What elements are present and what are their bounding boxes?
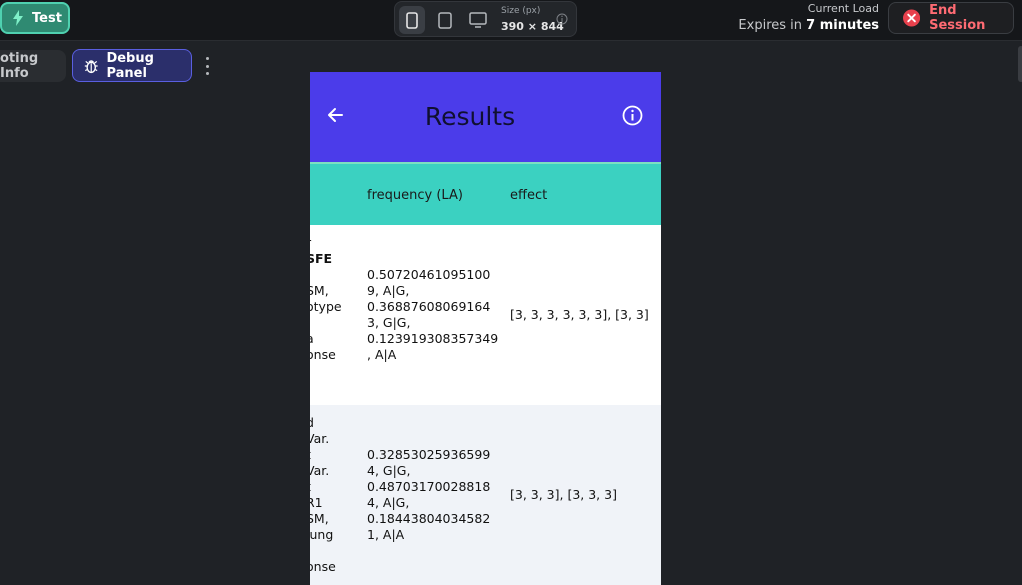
mobile-device-button[interactable] bbox=[399, 6, 425, 34]
tablet-device-button[interactable] bbox=[432, 6, 458, 34]
frequency-line: 0.36887608069164 bbox=[367, 299, 491, 314]
frequency-line: 0.48703170028818 bbox=[367, 479, 491, 494]
expires-value: 7 minutes bbox=[806, 18, 879, 33]
frequency-line: 0.123919308357349 bbox=[367, 331, 499, 346]
frequency-cell: 0.50720461095100 9, A|G, 0.3688760806916… bbox=[367, 267, 498, 363]
row-label-fragment bbox=[310, 543, 336, 559]
frequency-line: 4, A|G, bbox=[367, 495, 410, 510]
desktop-device-button[interactable] bbox=[465, 6, 491, 34]
top-toolbar: Test Size (px) 390 × 844 Current Load Ex… bbox=[0, 0, 1022, 41]
frequency-line: , A|A bbox=[367, 347, 397, 362]
table-row: r SFE SM, otype a onse 0.50720461095100 … bbox=[310, 225, 661, 405]
effect-cell: [3, 3, 3], [3, 3, 3] bbox=[510, 487, 617, 502]
size-label: Size (px) bbox=[501, 6, 541, 16]
row-label-fragment bbox=[310, 315, 342, 331]
row-label-fragment: SM, bbox=[310, 283, 329, 298]
device-preview: Results frequency (LA) effect r SFE SM, … bbox=[310, 72, 661, 585]
debug-panel-button[interactable]: Debug Panel bbox=[72, 49, 192, 82]
current-load-label: Current Load bbox=[807, 2, 879, 15]
more-options-icon[interactable] bbox=[201, 57, 213, 75]
row-label-fragment: R1 bbox=[310, 495, 323, 510]
frequency-line: 0.50720461095100 bbox=[367, 267, 491, 282]
effect-cell: [3, 3, 3, 3, 3, 3], [3, 3] bbox=[510, 307, 649, 322]
row-label-fragment: a bbox=[310, 331, 342, 347]
voting-info-label: oting Info bbox=[0, 51, 39, 81]
info-icon[interactable] bbox=[622, 105, 643, 126]
expires-text: Expires in 7 minutes bbox=[738, 18, 879, 33]
expires-prefix: Expires in bbox=[738, 18, 807, 33]
row-label-cell: d Var. t Var. t R1 SM, lung onse bbox=[310, 415, 336, 575]
column-header-frequency: frequency (LA) bbox=[367, 188, 463, 203]
frequency-line: 1, A|A bbox=[367, 527, 405, 542]
frequency-line: 4, G|G, bbox=[367, 463, 411, 478]
row-label-fragment: SFE bbox=[310, 251, 333, 266]
row-label-fragment: Var. bbox=[310, 431, 330, 446]
row-label-fragment: lung bbox=[310, 527, 334, 542]
frequency-line: 3, G|G, bbox=[367, 315, 411, 330]
tablet-icon bbox=[438, 11, 452, 29]
test-button-label: Test bbox=[32, 10, 62, 26]
row-label-fragment: onse bbox=[310, 559, 336, 574]
size-value: 390 × 844 bbox=[501, 20, 564, 33]
row-label-fragment bbox=[310, 267, 342, 283]
row-label-fragment: t bbox=[310, 479, 336, 495]
row-label-fragment: onse bbox=[310, 347, 336, 362]
phone-icon bbox=[406, 11, 418, 29]
row-label-fragment: t bbox=[310, 447, 336, 463]
app-header: Results bbox=[310, 72, 661, 162]
monitor-icon bbox=[469, 12, 487, 28]
table-header: frequency (LA) effect bbox=[310, 162, 661, 225]
bug-icon bbox=[84, 59, 98, 73]
row-label-cell: r SFE SM, otype a onse bbox=[310, 235, 342, 363]
lightning-icon bbox=[13, 10, 23, 26]
debug-panel-label: Debug Panel bbox=[106, 50, 154, 81]
frequency-cell: 0.32853025936599 4, G|G, 0.4870317002881… bbox=[367, 447, 490, 543]
row-label-fragment: r bbox=[310, 235, 342, 251]
row-label-fragment: otype bbox=[310, 299, 342, 314]
page-title: Results bbox=[424, 102, 516, 131]
end-session-button[interactable]: End Session bbox=[888, 2, 1014, 34]
frequency-line: 9, A|G, bbox=[367, 283, 410, 298]
frequency-line: 0.18443804034582 bbox=[367, 511, 491, 526]
device-size-switcher: Size (px) 390 × 844 bbox=[394, 1, 577, 37]
frequency-line: 0.32853025936599 bbox=[367, 447, 491, 462]
row-label-fragment: SM, bbox=[310, 511, 329, 526]
voting-info-tab[interactable]: oting Info bbox=[0, 50, 66, 82]
end-session-label: End Session bbox=[929, 3, 986, 33]
column-header-effect: effect bbox=[510, 188, 548, 203]
test-button[interactable]: Test bbox=[0, 2, 70, 34]
row-label-fragment: d bbox=[310, 415, 336, 431]
row-label-fragment: Var. bbox=[310, 463, 330, 478]
panel-edge bbox=[1018, 46, 1022, 82]
info-icon[interactable] bbox=[556, 13, 568, 25]
table-row: d Var. t Var. t R1 SM, lung onse 0.32853… bbox=[310, 405, 661, 585]
close-circle-icon bbox=[903, 9, 921, 27]
